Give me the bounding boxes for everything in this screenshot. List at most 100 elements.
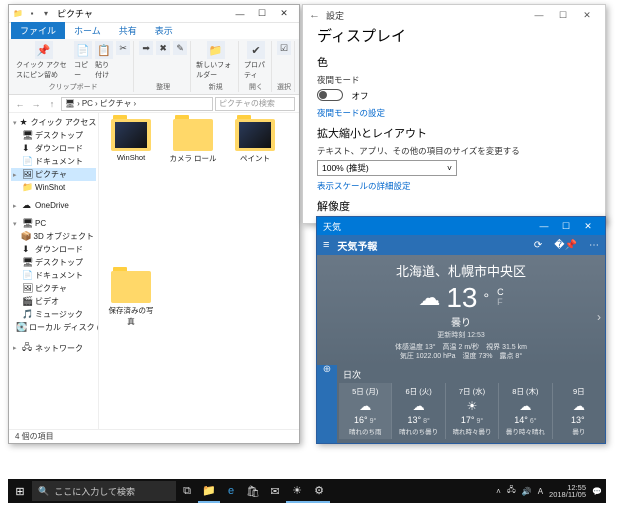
nav-network[interactable]: ▸🖧ネットワーク — [11, 339, 96, 357]
nav-quick-access[interactable]: ▾★クイック アクセス — [11, 116, 96, 129]
refresh-icon[interactable]: ⟳ — [534, 240, 542, 251]
day-item[interactable]: 5日 (月)☁16°9°晴れのち雨 — [339, 383, 391, 439]
nav-documents[interactable]: 📄ドキュメント — [11, 155, 96, 168]
tray-up-icon[interactable]: ˄ — [496, 487, 501, 496]
nav-music[interactable]: 🎵ミュージック — [11, 308, 96, 321]
nav-desktop[interactable]: 🖥デスクトップ — [11, 129, 96, 142]
select-button[interactable]: ☑ — [277, 41, 291, 55]
delete-button[interactable]: ✖ — [156, 41, 170, 55]
unit-f[interactable]: F — [497, 298, 504, 308]
search-input[interactable]: ピクチャの検索 — [215, 97, 295, 111]
nav-doc2[interactable]: 📄ドキュメント — [11, 269, 96, 282]
weather-titlebar[interactable]: 天気 — ☐ ✕ — [317, 217, 605, 235]
volume-icon[interactable]: 🔊 — [522, 487, 532, 496]
night-mode-link[interactable]: 夜間モードの設定 — [317, 107, 591, 119]
up-button[interactable]: ↑ — [45, 97, 59, 111]
tab-home[interactable]: ホーム — [65, 22, 110, 39]
nav-dl2[interactable]: ⬇ダウンロード — [11, 243, 96, 256]
network-icon[interactable]: 🖧 — [507, 484, 516, 498]
new-folder-button[interactable]: 📁新しいフォルダー — [196, 41, 235, 80]
store-task[interactable]: 🛍 — [242, 479, 264, 503]
nav-pc[interactable]: ▾🖥PC — [11, 217, 96, 230]
nav-pic2[interactable]: 🖼ピクチャ — [11, 282, 96, 295]
nav-onedrive[interactable]: ▸☁OneDrive — [11, 199, 96, 212]
paste-button[interactable]: 📋貼り付け — [95, 41, 113, 80]
forward-button[interactable]: → — [29, 97, 43, 111]
nav-winshot[interactable]: 📁WinShot — [11, 181, 96, 194]
nav-downloads[interactable]: ⬇ダウンロード — [11, 142, 96, 155]
nav-cdrive[interactable]: 💽ローカル ディスク (C:) — [11, 321, 96, 334]
close-button[interactable]: ✕ — [577, 218, 599, 234]
breadcrumb[interactable]: 🖥 › PC › ピクチャ › — [61, 97, 213, 111]
taskbar: ⊞ 🔍 ここに入力して検索 ⧉ 📁 e 🛍 ✉ ☀ ⚙ ˄ 🖧 🔊 A 12:5… — [8, 479, 606, 503]
minimize-button[interactable]: — — [533, 218, 555, 234]
maximize-button[interactable]: ☐ — [555, 218, 577, 234]
scale-advanced-link[interactable]: 表示スケールの詳細設定 — [317, 180, 591, 192]
clock[interactable]: 12:55 2018/11/05 — [549, 484, 586, 499]
cut-button[interactable]: ✂ — [116, 41, 130, 55]
ime-icon[interactable]: A — [538, 487, 543, 496]
nav-video[interactable]: 🎬ビデオ — [11, 295, 96, 308]
system-tray[interactable]: ˄ 🖧 🔊 A 12:55 2018/11/05 💬 — [492, 484, 606, 499]
edge-task[interactable]: e — [220, 479, 242, 503]
settings-window: ← 設定 — ☐ ✕ ディスプレイ 色 夜間モード オフ 夜間モードの設定 拡大… — [302, 4, 606, 224]
settings-titlebar[interactable]: ← 設定 — ☐ ✕ — [303, 5, 605, 25]
pin-icon[interactable]: �📌 — [554, 240, 577, 251]
day-item[interactable]: 8日 (木)☁14°6°曇り時々晴れ — [498, 383, 551, 439]
day-item[interactable]: 9日☁13°曇り — [552, 383, 605, 439]
notifications-icon[interactable]: 💬 — [592, 487, 602, 496]
weather-main: 北海道、札幌市中央区 ☁ 13 ° C F 曇り 更新時刻 12:53 体感温度… — [317, 255, 605, 365]
properties-button[interactable]: ✔プロパティ — [244, 41, 268, 80]
nav-3d[interactable]: 📦3D オブジェクト — [11, 230, 96, 243]
scale-select[interactable]: 100% (推奨)˅ — [317, 160, 457, 176]
weather-task[interactable]: ☀ — [286, 479, 308, 503]
day-item[interactable]: 6日 (火)☁13°8°晴れのち曇り — [391, 383, 444, 439]
maximize-button[interactable]: ☐ — [251, 6, 273, 22]
cloud-icon: ☁ — [418, 285, 440, 311]
folder-content[interactable]: WinShot カメラ ロール ペイント 保存済みの写真 — [99, 113, 299, 429]
night-mode-label: 夜間モード — [317, 74, 591, 86]
details: 体感温度 13° 高温 2 m/秒 視界 31.5 km 気圧 1022.00 … — [327, 343, 595, 361]
start-button[interactable]: ⊞ — [8, 479, 32, 503]
ribbon-tabs: ファイル ホーム 共有 表示 — [9, 23, 299, 39]
folder-item[interactable]: 保存済みの写真 — [105, 271, 157, 327]
tab-share[interactable]: 共有 — [110, 22, 146, 39]
close-button[interactable]: ✕ — [273, 6, 295, 22]
back-button[interactable]: ← — [13, 97, 27, 111]
search-icon: 🔍 — [38, 486, 49, 497]
task-view-button[interactable]: ⧉ — [176, 479, 198, 503]
condition: 曇り — [327, 314, 595, 329]
move-button[interactable]: ➡ — [139, 41, 153, 55]
day-item[interactable]: 7日 (水)☀17°9°晴れ時々曇り — [445, 383, 498, 439]
nav-desk2[interactable]: 🖥デスクトップ — [11, 256, 96, 269]
folder-item[interactable]: ペイント — [229, 119, 281, 164]
toggle-state: オフ — [352, 91, 369, 101]
mail-task[interactable]: ✉ — [264, 479, 286, 503]
explorer-window: 📁 ▪ ▾ ピクチャ — ☐ ✕ ファイル ホーム 共有 表示 📌クイック アク… — [8, 4, 300, 444]
minimize-button[interactable]: — — [527, 6, 551, 24]
tab-places[interactable]: ⊕ — [323, 364, 331, 375]
rename-button[interactable]: ✎ — [173, 41, 187, 55]
tab-view[interactable]: 表示 — [146, 22, 182, 39]
folder-item[interactable]: カメラ ロール — [167, 119, 219, 164]
qat-btn[interactable]: ▾ — [41, 9, 51, 19]
copy-button[interactable]: 📄コピー — [74, 41, 92, 80]
pc-icon: 🖥 — [65, 99, 75, 108]
pin-button[interactable]: 📌クイック アクセスにピン留め — [16, 41, 71, 80]
minimize-button[interactable]: — — [229, 6, 251, 22]
maximize-button[interactable]: ☐ — [551, 6, 575, 24]
explorer-task[interactable]: 📁 — [198, 479, 220, 503]
explorer-titlebar[interactable]: 📁 ▪ ▾ ピクチャ — ☐ ✕ — [9, 5, 299, 23]
more-icon[interactable]: ⋯ — [589, 240, 599, 251]
qat-btn[interactable]: ▪ — [27, 9, 37, 19]
taskbar-search[interactable]: 🔍 ここに入力して検索 — [32, 481, 176, 501]
settings-task[interactable]: ⚙ — [308, 479, 330, 503]
nav-pictures[interactable]: ▸🖼ピクチャ — [11, 168, 96, 181]
folder-item[interactable]: WinShot — [105, 119, 157, 162]
tab-file[interactable]: ファイル — [11, 22, 65, 39]
next-icon[interactable]: › — [597, 310, 601, 324]
close-button[interactable]: ✕ — [575, 6, 599, 24]
night-mode-toggle[interactable] — [317, 89, 343, 101]
back-button[interactable]: ← — [309, 9, 320, 21]
hamburger-icon[interactable]: ≡ — [323, 239, 329, 251]
